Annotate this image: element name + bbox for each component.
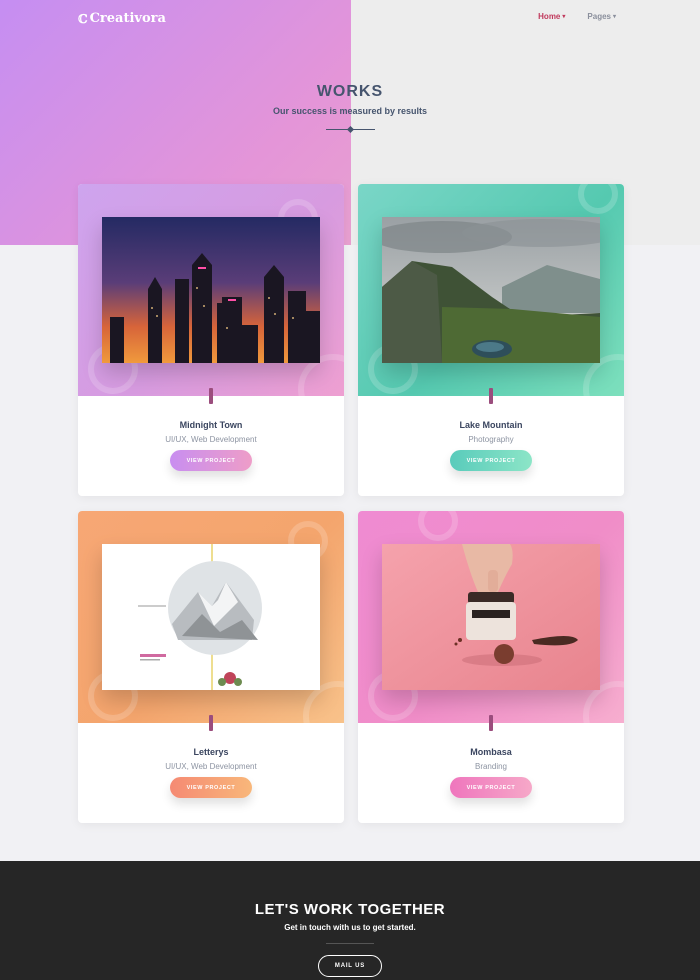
project-category: UI/UX, Web Development	[165, 435, 257, 444]
card-header	[358, 511, 624, 723]
snowy-peak-editorial-layout-image[interactable]	[102, 544, 320, 690]
footer-title: LET'S WORK TOGETHER	[254, 901, 446, 918]
section-subtitle: Our success is measured by results	[272, 106, 428, 116]
chevron-down-icon: ▾	[612, 14, 616, 20]
footer-cta: LET'S WORK TOGETHER Get in touch with us…	[0, 861, 700, 980]
project-title: Midnight Town	[179, 420, 243, 430]
project-title: Letterys	[193, 747, 229, 757]
creativora-logo-icon: ℂ	[78, 11, 88, 26]
nav-item-home-label: Home	[538, 12, 561, 21]
brand-name: Creativora	[89, 11, 166, 26]
card-header	[78, 511, 344, 723]
card-header	[78, 184, 344, 396]
card-marker	[209, 715, 213, 731]
decorative-ring	[578, 184, 618, 214]
decorative-ring	[418, 511, 458, 541]
mountain-lake-svg	[382, 217, 600, 363]
view-project-button[interactable]: VIEW PROJECT	[170, 777, 252, 798]
project-category: Photography	[468, 435, 514, 444]
brand-logo[interactable]: ℂ Creativora	[78, 11, 166, 26]
cosmetic-jar-product-photo-image[interactable]	[382, 544, 600, 690]
mountain-lake-landscape-image[interactable]	[382, 217, 600, 363]
main-nav: Home ▾ Pages ▾	[538, 12, 616, 21]
view-project-button[interactable]: VIEW PROJECT	[450, 777, 532, 798]
project-title: Mombasa	[470, 747, 512, 757]
project-category: Branding	[474, 762, 508, 771]
card-marker	[209, 388, 213, 404]
nav-item-pages[interactable]: Pages ▾	[587, 12, 616, 21]
section-title: WORKS	[316, 83, 384, 100]
city-skyline-svg	[102, 217, 320, 363]
nav-item-home[interactable]: Home ▾	[538, 12, 565, 21]
project-card-lake-mountain: Lake Mountain Photography VIEW PROJECT	[358, 184, 624, 496]
project-card-mombasa: Mombasa Branding VIEW PROJECT	[358, 511, 624, 823]
footer-subtitle: Get in touch with us to get started.	[284, 923, 416, 932]
city-skyline-at-dusk-image[interactable]	[102, 217, 320, 363]
project-card-letterys: Letterys UI/UX, Web Development VIEW PRO…	[78, 511, 344, 823]
project-category: UI/UX, Web Development	[165, 762, 257, 771]
project-card-midnight-town: Midnight Town UI/UX, Web Development VIE…	[78, 184, 344, 496]
card-marker	[489, 388, 493, 404]
card-marker	[489, 715, 493, 731]
mail-us-button[interactable]: MAIL US	[318, 955, 382, 977]
view-project-button[interactable]: VIEW PROJECT	[170, 450, 252, 471]
project-title: Lake Mountain	[459, 420, 523, 430]
nav-item-pages-label: Pages	[587, 12, 611, 21]
cosmetic-jar-svg	[382, 544, 600, 690]
card-header	[358, 184, 624, 396]
chevron-down-icon: ▾	[562, 14, 566, 20]
footer-divider	[326, 943, 374, 944]
editorial-layout-svg	[102, 544, 320, 690]
view-project-button[interactable]: VIEW PROJECT	[450, 450, 532, 471]
